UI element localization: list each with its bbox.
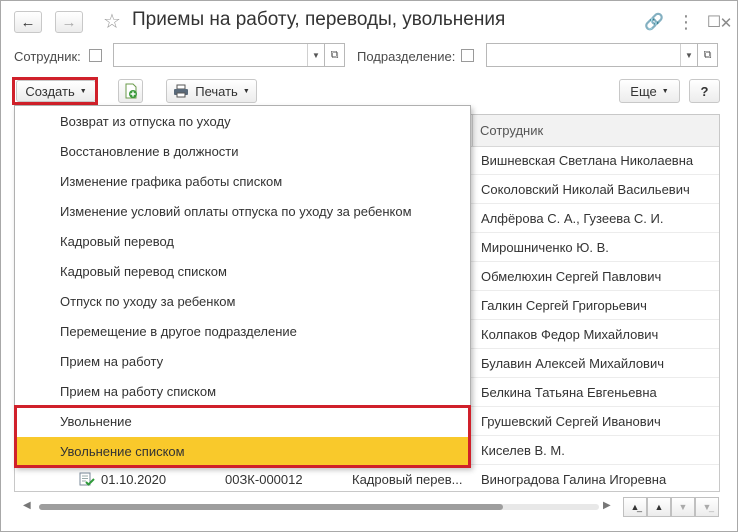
more-vertical-icon[interactable]: ⋮ xyxy=(675,11,697,33)
employee-cell: Грушевский Сергей Иванович xyxy=(481,414,661,429)
more-button[interactable]: Еще ▼ xyxy=(619,79,680,103)
arrow-down-icon: ▼ xyxy=(678,502,688,512)
page-title: Приемы на работу, переводы, увольнения xyxy=(132,9,506,30)
employee-cell: Мирошниченко Ю. В. xyxy=(481,240,609,255)
open-icon[interactable]: ⧉ xyxy=(698,43,718,67)
chevron-down-icon[interactable]: ▼ xyxy=(307,44,324,66)
menu-item[interactable]: Перемещение в другое подразделение xyxy=(15,317,470,347)
chevron-down-icon: ▼ xyxy=(242,87,250,95)
employee-cell: Галкин Сергей Григорьевич xyxy=(481,298,647,313)
menu-item[interactable]: Прием на работу списком xyxy=(15,377,470,407)
menu-item[interactable]: Изменение условий оплаты отпуска по уход… xyxy=(15,197,470,227)
print-button[interactable]: Печать ▼ xyxy=(166,79,257,103)
more-button-label: Еще xyxy=(630,83,657,99)
employee-cell: Булавин Алексей Михайлович xyxy=(481,356,664,371)
close-icon[interactable]: ✕ xyxy=(717,12,735,34)
employee-cell: Белкина Татьяна Евгеньевна xyxy=(481,385,657,400)
employee-cell: Обмелюхин Сергей Павлович xyxy=(481,269,662,284)
department-filter-checkbox[interactable] xyxy=(461,49,474,62)
employee-cell: Вишневская Светлана Николаевна xyxy=(481,153,694,168)
printer-icon xyxy=(174,84,189,98)
arrow-left-icon: ← xyxy=(20,13,36,31)
window: ← → ☆ Приемы на работу, переводы, увольн… xyxy=(0,0,738,532)
department-filter-label: Подразделение: xyxy=(357,49,456,64)
employee-filter-label: Сотрудник: xyxy=(14,49,81,64)
doc-type-cell: Кадровый перев... xyxy=(352,472,463,487)
add-document-icon xyxy=(125,83,137,99)
employee-cell: Виноградова Галина Игоревна xyxy=(481,472,667,487)
scroll-right-icon[interactable]: ▶ xyxy=(603,500,611,511)
menu-item[interactable]: Кадровый перевод xyxy=(15,227,470,257)
employee-cell: Алфёрова С. А., Гузеева С. И. xyxy=(481,211,664,226)
open-icon[interactable]: ⧉ xyxy=(325,43,345,67)
create-button-label: Создать xyxy=(25,83,75,99)
favorite-star-icon[interactable]: ☆ xyxy=(101,10,123,33)
help-button[interactable]: ? xyxy=(689,79,720,103)
menu-item[interactable]: Возврат из отпуска по уходу xyxy=(15,107,470,137)
number-cell: 00ЗК-000012 xyxy=(225,472,303,487)
menu-item[interactable]: Восстановление в должности xyxy=(15,137,470,167)
create-button[interactable]: Создать ▼ xyxy=(16,80,96,102)
column-separator xyxy=(472,115,473,146)
menu-item[interactable]: Прием на работу xyxy=(15,347,470,377)
link-icon[interactable]: 🔗 xyxy=(643,11,665,33)
go-last-icon: ▼̲ xyxy=(702,502,712,512)
go-to-last-button[interactable]: ▼̲ xyxy=(695,497,719,517)
employee-cell: Киселев В. М. xyxy=(481,443,565,458)
employee-cell: Соколовский Николай Васильевич xyxy=(481,182,690,197)
chevron-down-icon: ▼ xyxy=(661,87,669,95)
arrow-up-icon: ▲ xyxy=(654,502,664,512)
print-button-label: Печать xyxy=(195,83,238,99)
go-first-icon: ▲̲ xyxy=(630,502,640,512)
go-to-first-button[interactable]: ▲̲ xyxy=(623,497,647,517)
scroll-down-button[interactable]: ▼ xyxy=(671,497,695,517)
forward-button[interactable]: → xyxy=(55,11,83,33)
menu-item-dismissal-list[interactable]: Увольнение списком xyxy=(15,437,470,467)
horizontal-scrollbar[interactable]: ◀ ▶ xyxy=(15,497,620,517)
back-button[interactable]: ← xyxy=(14,11,42,33)
scroll-left-icon[interactable]: ◀ xyxy=(23,500,31,511)
employee-filter-checkbox[interactable] xyxy=(89,49,102,62)
scrollbar-thumb[interactable] xyxy=(39,504,503,510)
posted-document-icon xyxy=(79,472,95,486)
copy-document-button[interactable] xyxy=(118,79,143,103)
employee-cell: Колпаков Федор Михайлович xyxy=(481,327,659,342)
column-header-employee[interactable]: Сотрудник xyxy=(480,123,543,138)
scroll-up-button[interactable]: ▲ xyxy=(647,497,671,517)
menu-item-dismissal[interactable]: Увольнение xyxy=(15,407,470,437)
department-filter-input[interactable]: ▼ xyxy=(486,43,698,67)
chevron-down-icon[interactable]: ▼ xyxy=(680,44,697,66)
employee-filter-input[interactable]: ▼ xyxy=(113,43,325,67)
arrow-right-icon: → xyxy=(61,13,77,31)
chevron-down-icon: ▼ xyxy=(79,87,87,95)
menu-item[interactable]: Кадровый перевод списком xyxy=(15,257,470,287)
date-cell: 01.10.2020 xyxy=(101,472,167,487)
menu-item[interactable]: Отпуск по уходу за ребенком xyxy=(15,287,470,317)
menu-item[interactable]: Изменение графика работы списком xyxy=(15,167,470,197)
table-row[interactable]: 01.10.2020 00ЗК-000012 Кадровый перев...… xyxy=(15,465,719,491)
create-dropdown-menu: Возврат из отпуска по уходу Восстановлен… xyxy=(14,105,471,467)
